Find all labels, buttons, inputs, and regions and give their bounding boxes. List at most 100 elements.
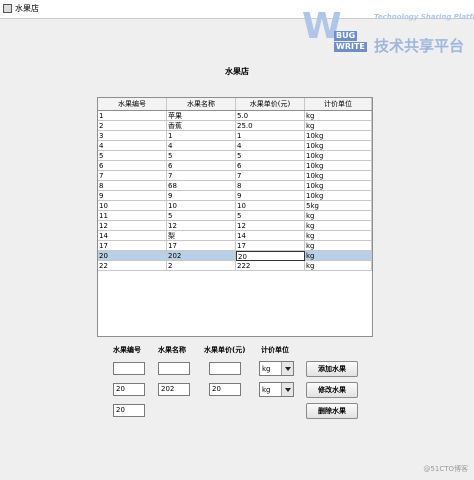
add-id-input[interactable] bbox=[113, 362, 145, 375]
cell-id[interactable]: 5 bbox=[98, 151, 167, 161]
cell-unit[interactable]: kg bbox=[305, 241, 372, 251]
cell-name[interactable]: 10 bbox=[167, 201, 236, 211]
add-price-input[interactable] bbox=[209, 362, 241, 375]
cell-id[interactable]: 14 bbox=[98, 231, 167, 241]
cell-id[interactable]: 6 bbox=[98, 161, 167, 171]
edit-id-input[interactable]: 20 bbox=[113, 383, 145, 396]
cell-price[interactable]: 7 bbox=[236, 171, 305, 181]
fruit-table[interactable]: 水果编号 水果名称 水果单价(元) 计价单位 1 苹果 5.0 kg 2 香蕉 25.0 kg… bbox=[97, 97, 373, 337]
table-row[interactable]: 11 5 5 kg bbox=[98, 211, 372, 221]
cell-price[interactable]: 17 bbox=[236, 241, 305, 251]
cell-id[interactable]: 9 bbox=[98, 191, 167, 201]
cell-id[interactable]: 4 bbox=[98, 141, 167, 151]
table-row[interactable]: 7 7 7 10kg bbox=[98, 171, 372, 181]
column-header-name[interactable]: 水果名称 bbox=[167, 98, 236, 110]
table-row[interactable]: 4 4 4 10kg bbox=[98, 141, 372, 151]
table-row[interactable]: 5 5 5 10kg bbox=[98, 151, 372, 161]
table-row[interactable]: 1 苹果 5.0 kg bbox=[98, 111, 372, 121]
cell-price[interactable]: 20 bbox=[236, 251, 305, 261]
table-row[interactable]: 3 1 1 10kg bbox=[98, 131, 372, 141]
table-row[interactable]: 17 17 17 kg bbox=[98, 241, 372, 251]
cell-unit[interactable]: kg bbox=[305, 121, 372, 131]
cell-name[interactable]: 4 bbox=[167, 141, 236, 151]
cell-unit[interactable]: kg bbox=[305, 261, 372, 271]
cell-name[interactable]: 9 bbox=[167, 191, 236, 201]
cell-name[interactable]: 7 bbox=[167, 171, 236, 181]
cell-name[interactable]: 12 bbox=[167, 221, 236, 231]
edit-unit-select[interactable]: kg bbox=[259, 382, 294, 397]
cell-id[interactable]: 17 bbox=[98, 241, 167, 251]
cell-unit[interactable]: 10kg bbox=[305, 151, 372, 161]
cell-unit[interactable]: kg bbox=[305, 211, 372, 221]
table-row[interactable]: 22 2 222 kg bbox=[98, 261, 372, 271]
table-row[interactable]: 6 6 6 10kg bbox=[98, 161, 372, 171]
cell-name[interactable]: 68 bbox=[167, 181, 236, 191]
cell-unit[interactable]: 5kg bbox=[305, 201, 372, 211]
cell-id[interactable]: 8 bbox=[98, 181, 167, 191]
cell-id[interactable]: 2 bbox=[98, 121, 167, 131]
cell-name[interactable]: 202 bbox=[167, 251, 236, 261]
delete-id-input[interactable]: 20 bbox=[113, 404, 145, 417]
edit-price-input[interactable]: 20 bbox=[209, 383, 241, 396]
cell-id[interactable]: 7 bbox=[98, 171, 167, 181]
cell-name[interactable]: 香蕉 bbox=[167, 121, 236, 131]
delete-fruit-button[interactable]: 删除水果 bbox=[306, 403, 358, 419]
cell-price[interactable]: 12 bbox=[236, 221, 305, 231]
cell-price[interactable]: 10 bbox=[236, 201, 305, 211]
cell-price[interactable]: 222 bbox=[236, 261, 305, 271]
cell-price[interactable]: 4 bbox=[236, 141, 305, 151]
cell-price[interactable]: 25.0 bbox=[236, 121, 305, 131]
cell-id[interactable]: 12 bbox=[98, 221, 167, 231]
table-row[interactable]: 12 12 12 kg bbox=[98, 221, 372, 231]
cell-id[interactable]: 10 bbox=[98, 201, 167, 211]
add-name-input[interactable] bbox=[158, 362, 190, 375]
cell-name[interactable]: 17 bbox=[167, 241, 236, 251]
cell-name[interactable]: 5 bbox=[167, 211, 236, 221]
column-header-unit[interactable]: 计价单位 bbox=[305, 98, 372, 110]
cell-name[interactable]: 1 bbox=[167, 131, 236, 141]
cell-id[interactable]: 3 bbox=[98, 131, 167, 141]
cell-unit[interactable]: 10kg bbox=[305, 181, 372, 191]
cell-unit[interactable]: 10kg bbox=[305, 131, 372, 141]
add-unit-select[interactable]: kg bbox=[259, 361, 294, 376]
cell-price[interactable]: 5 bbox=[236, 151, 305, 161]
table-row[interactable]: 10 10 10 5kg bbox=[98, 201, 372, 211]
cell-name[interactable]: 梨 bbox=[167, 231, 236, 241]
cell-price[interactable]: 14 bbox=[236, 231, 305, 241]
table-row[interactable]: 9 9 9 10kg bbox=[98, 191, 372, 201]
table-row[interactable]: 8 68 8 10kg bbox=[98, 181, 372, 191]
cell-price[interactable]: 6 bbox=[236, 161, 305, 171]
table-row[interactable]: 2 香蕉 25.0 kg bbox=[98, 121, 372, 131]
table-row[interactable]: 14 梨 14 kg bbox=[98, 231, 372, 241]
add-fruit-button[interactable]: 添加水果 bbox=[306, 361, 358, 377]
cell-price[interactable]: 9 bbox=[236, 191, 305, 201]
cell-price[interactable]: 5 bbox=[236, 211, 305, 221]
label-fruit-name: 水果名称 bbox=[158, 346, 186, 354]
cell-id[interactable]: 22 bbox=[98, 261, 167, 271]
cell-name[interactable]: 2 bbox=[167, 261, 236, 271]
cell-unit[interactable]: 10kg bbox=[305, 171, 372, 181]
cell-id[interactable]: 11 bbox=[98, 211, 167, 221]
cell-price[interactable]: 5.0 bbox=[236, 111, 305, 121]
edit-name-input[interactable]: 202 bbox=[158, 383, 190, 396]
cell-unit[interactable]: kg bbox=[305, 221, 372, 231]
cell-price[interactable]: 8 bbox=[236, 181, 305, 191]
cell-unit[interactable]: 10kg bbox=[305, 141, 372, 151]
cell-name[interactable]: 苹果 bbox=[167, 111, 236, 121]
cell-unit[interactable]: 10kg bbox=[305, 161, 372, 171]
cell-name[interactable]: 5 bbox=[167, 151, 236, 161]
chevron-down-icon[interactable] bbox=[281, 362, 293, 375]
cell-unit[interactable]: kg bbox=[305, 111, 372, 121]
chevron-down-icon[interactable] bbox=[281, 383, 293, 396]
edit-fruit-button[interactable]: 修改水果 bbox=[306, 382, 358, 398]
cell-unit[interactable]: kg bbox=[305, 251, 372, 261]
column-header-price[interactable]: 水果单价(元) bbox=[236, 98, 305, 110]
cell-unit[interactable]: 10kg bbox=[305, 191, 372, 201]
table-row[interactable]: 20 202 20 kg bbox=[98, 251, 372, 261]
cell-name[interactable]: 6 bbox=[167, 161, 236, 171]
cell-unit[interactable]: kg bbox=[305, 231, 372, 241]
column-header-id[interactable]: 水果编号 bbox=[98, 98, 167, 110]
cell-id[interactable]: 20 bbox=[98, 251, 167, 261]
cell-id[interactable]: 1 bbox=[98, 111, 167, 121]
cell-price[interactable]: 1 bbox=[236, 131, 305, 141]
